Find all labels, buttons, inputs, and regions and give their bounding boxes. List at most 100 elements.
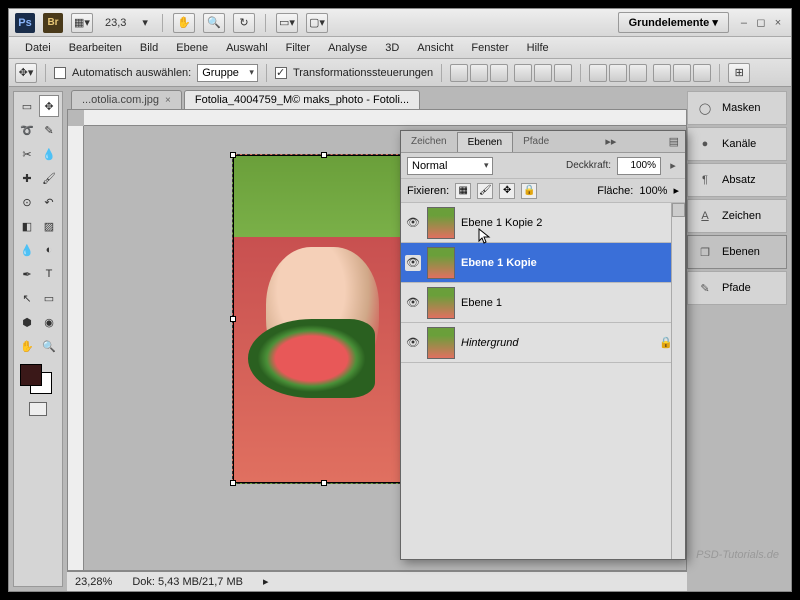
status-doc-size[interactable]: Dok: 5,43 MB/21,7 MB xyxy=(132,576,243,588)
lock-position-icon[interactable]: ✥ xyxy=(499,183,515,199)
layer-row-background[interactable]: 👁 Hintergrund 🔒 xyxy=(401,323,685,363)
menu-bearbeiten[interactable]: Bearbeiten xyxy=(61,39,130,57)
menu-fenster[interactable]: Fenster xyxy=(463,39,516,57)
crop-tool[interactable]: ✂ xyxy=(17,143,37,165)
workspace-switcher[interactable]: Grundelemente ▾ xyxy=(618,12,729,33)
fill-flyout-icon[interactable]: ▸ xyxy=(673,184,679,197)
opacity-flyout-icon[interactable]: ▸ xyxy=(667,159,679,172)
type-tool[interactable]: T xyxy=(39,263,59,285)
doc-tab-2[interactable]: Fotolia_4004759_M© maks_photo - Fotoli..… xyxy=(184,90,420,109)
close-icon[interactable]: × xyxy=(165,95,171,106)
rotate-view-shortcut[interactable]: ↻ xyxy=(233,13,255,33)
ruler-horizontal[interactable] xyxy=(84,110,686,126)
eraser-tool[interactable]: ◧ xyxy=(17,215,37,237)
tab-zeichen[interactable]: Zeichen xyxy=(401,132,457,151)
shape-tool[interactable]: ▭ xyxy=(39,287,59,309)
move-tool[interactable]: ✥ xyxy=(39,95,59,117)
layer-row[interactable]: 👁 Ebene 1 xyxy=(401,283,685,323)
panel-absatz[interactable]: ¶Absatz xyxy=(687,163,787,197)
blur-tool[interactable]: 💧 xyxy=(17,239,37,261)
scroll-up-icon[interactable] xyxy=(672,203,685,217)
layer-thumbnail[interactable] xyxy=(427,207,455,239)
stamp-tool[interactable]: ⊙ xyxy=(17,191,37,213)
tab-ebenen[interactable]: Ebenen xyxy=(457,132,513,152)
opacity-input[interactable]: 100% xyxy=(617,157,661,175)
zoom-tool-shortcut[interactable]: 🔍 xyxy=(203,13,225,33)
visibility-icon[interactable]: 👁 xyxy=(405,215,421,231)
brush-tool[interactable]: 🖌 xyxy=(39,167,59,189)
auto-select-combo[interactable]: Gruppe xyxy=(197,64,258,82)
lock-all-icon[interactable]: 🔒 xyxy=(521,183,537,199)
arrange-dropdown[interactable]: ▭▾ xyxy=(276,13,298,33)
layer-row[interactable]: 👁 Ebene 1 Kopie xyxy=(401,243,685,283)
pen-tool[interactable]: ✒ xyxy=(17,263,37,285)
panel-masken[interactable]: ◯Masken xyxy=(687,91,787,125)
panel-menu-icon[interactable]: ▤ xyxy=(663,135,685,148)
layers-scrollbar[interactable] xyxy=(671,203,685,559)
3d-tool[interactable]: ⬢ xyxy=(17,311,37,333)
minimize-button[interactable]: – xyxy=(737,17,751,29)
blend-mode-combo[interactable]: Normal xyxy=(407,157,493,175)
layer-thumbnail[interactable] xyxy=(427,327,455,359)
menu-3d[interactable]: 3D xyxy=(377,39,407,57)
auto-align-button[interactable]: ⊞ xyxy=(728,63,750,83)
ruler-vertical[interactable] xyxy=(68,126,84,570)
panel-pfade[interactable]: ✎Pfade xyxy=(687,271,787,305)
panel-kanaele[interactable]: ●Kanäle xyxy=(687,127,787,161)
layer-name[interactable]: Hintergrund xyxy=(461,337,518,349)
foreground-swatch[interactable] xyxy=(20,364,42,386)
menu-datei[interactable]: Datei xyxy=(17,39,59,57)
lock-pixels-icon[interactable]: 🖌 xyxy=(477,183,493,199)
menu-auswahl[interactable]: Auswahl xyxy=(218,39,276,57)
layer-thumbnail[interactable] xyxy=(427,287,455,319)
menu-bild[interactable]: Bild xyxy=(132,39,166,57)
heal-tool[interactable]: ✚ xyxy=(17,167,37,189)
panel-collapse-icon[interactable]: ▸▸ xyxy=(599,135,622,148)
3d-camera-tool[interactable]: ◉ xyxy=(39,311,59,333)
hand-tool[interactable]: ✋ xyxy=(17,335,37,357)
zoom-value[interactable]: 23,3 xyxy=(101,17,130,29)
zoom-tool[interactable]: 🔍 xyxy=(39,335,59,357)
layer-name[interactable]: Ebene 1 xyxy=(461,297,502,309)
bridge-icon[interactable]: Br xyxy=(43,13,63,33)
history-brush-tool[interactable]: ↶ xyxy=(39,191,59,213)
menu-analyse[interactable]: Analyse xyxy=(320,39,375,57)
hand-tool-shortcut[interactable]: ✋ xyxy=(173,13,195,33)
panel-ebenen[interactable]: ❐Ebenen xyxy=(687,235,787,269)
lock-transparency-icon[interactable]: ▦ xyxy=(455,183,471,199)
auto-select-checkbox[interactable] xyxy=(54,67,66,79)
quick-select-tool[interactable]: ✎ xyxy=(39,119,59,141)
move-tool-icon[interactable]: ✥▾ xyxy=(15,63,37,83)
doc-tab-1[interactable]: ...otolia.com.jpg× xyxy=(71,90,182,109)
maximize-button[interactable]: ◻ xyxy=(754,16,768,29)
layer-name[interactable]: Ebene 1 Kopie xyxy=(461,257,537,269)
transform-controls-checkbox[interactable] xyxy=(275,67,287,79)
fill-input[interactable]: 100% xyxy=(639,185,667,197)
layout-dropdown[interactable]: ▦▾ xyxy=(71,13,93,33)
layer-thumbnail[interactable] xyxy=(427,247,455,279)
visibility-icon[interactable]: 👁 xyxy=(405,295,421,311)
panel-zeichen[interactable]: AZeichen xyxy=(687,199,787,233)
screen-mode-dropdown[interactable]: ▢▾ xyxy=(306,13,328,33)
dodge-tool[interactable]: ◐ xyxy=(39,239,59,261)
close-button[interactable]: × xyxy=(771,17,785,29)
quick-mask-toggle[interactable] xyxy=(29,402,47,416)
visibility-icon[interactable]: 👁 xyxy=(405,335,421,351)
layer-row[interactable]: 👁 Ebene 1 Kopie 2 xyxy=(401,203,685,243)
menu-filter[interactable]: Filter xyxy=(278,39,318,57)
document-image[interactable] xyxy=(232,154,416,484)
gradient-tool[interactable]: ▨ xyxy=(39,215,59,237)
menu-ansicht[interactable]: Ansicht xyxy=(409,39,461,57)
status-zoom[interactable]: 23,28% xyxy=(75,576,112,588)
transform-bounding-box[interactable] xyxy=(230,152,418,486)
path-select-tool[interactable]: ↖ xyxy=(17,287,37,309)
menu-hilfe[interactable]: Hilfe xyxy=(519,39,557,57)
lasso-tool[interactable]: ➰ xyxy=(17,119,37,141)
marquee-tool[interactable]: ▭ xyxy=(17,95,37,117)
color-swatches[interactable] xyxy=(16,362,60,396)
tab-pfade[interactable]: Pfade xyxy=(513,132,559,151)
menu-ebene[interactable]: Ebene xyxy=(168,39,216,57)
layer-name[interactable]: Ebene 1 Kopie 2 xyxy=(461,217,542,229)
visibility-icon[interactable]: 👁 xyxy=(405,255,421,271)
eyedropper-tool[interactable]: 💧 xyxy=(39,143,59,165)
